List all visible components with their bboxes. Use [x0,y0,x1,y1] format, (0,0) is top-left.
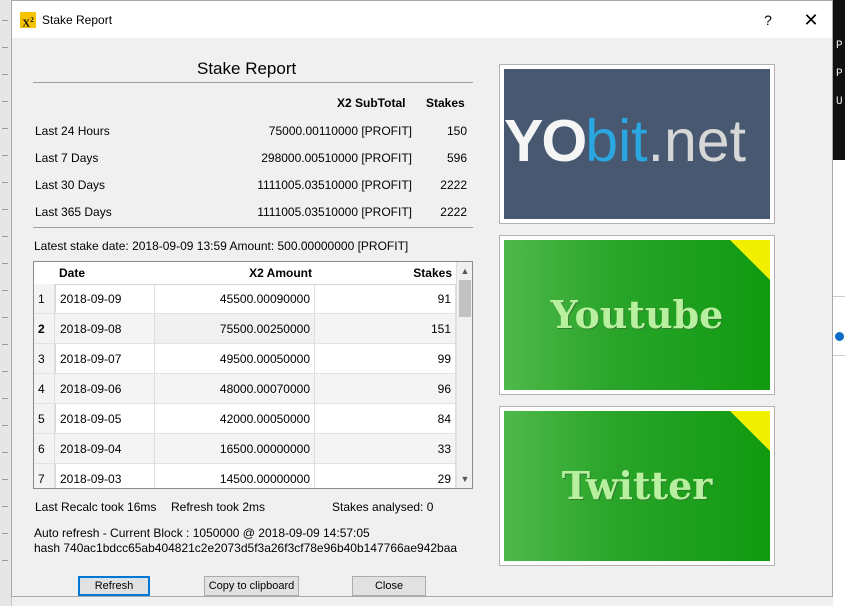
row-number: 4 [34,374,55,404]
yobit-banner[interactable]: YObit.net [499,64,775,224]
window-title: Stake Report [42,13,113,27]
table-row[interactable]: 7 2018-09-03 14500.00000000 29 [34,464,456,488]
corner-triangle-icon [730,411,770,451]
refresh-button[interactable]: Refresh [78,576,150,596]
column-header-amount[interactable]: X2 Amount [249,266,312,280]
close-window-button[interactable]: ✕ [796,7,826,33]
row-amount: 14500.00000000 [155,464,315,488]
row-stakes: 91 [315,284,456,314]
table-row[interactable]: 4 2018-09-06 48000.00070000 96 [34,374,456,404]
row-amount: 49500.00050000 [155,344,315,374]
stakes-header: Stakes [426,96,465,110]
corner-triangle-icon [730,240,770,280]
summary-value: 1111005.03510000 [PROFIT] [257,205,412,219]
yobit-logo-bit: bit [585,108,648,174]
youtube-banner[interactable]: Youtube [499,235,775,395]
twitter-banner[interactable]: Twitter [499,406,775,566]
row-number: 6 [34,434,55,464]
summary-label: Last 7 Days [35,151,99,165]
table-row[interactable]: 6 2018-09-04 16500.00000000 33 [34,434,456,464]
summary-stakes: 596 [446,151,467,165]
daily-stakes-table[interactable]: Date X2 Amount Stakes 1 2018-09-09 45500… [33,261,473,489]
stakes-analysed: Stakes analysed: 0 [332,500,434,514]
row-amount: 48000.00070000 [155,374,315,404]
summary-stakes: 2222 [440,178,467,192]
refresh-time: Refresh took 2ms [171,500,266,514]
yobit-logo-yo: YO [504,108,587,174]
stake-report-dialog: X2 Stake Report ? ✕ Stake Report X2 SubT… [11,0,833,597]
row-date: 2018-09-07 [55,344,155,374]
row-stakes: 99 [315,344,456,374]
summary-divider [33,227,473,228]
block-hash: hash 740ac1bdcc65ab404821c2e2073d5f3a26f… [34,541,458,555]
row-stakes: 96 [315,374,456,404]
table-row[interactable]: 5 2018-09-05 42000.00050000 84 [34,404,456,434]
row-date: 2018-09-08 [55,314,155,344]
summary-value: 1111005.03510000 [PROFIT] [257,178,412,192]
column-header-stakes[interactable]: Stakes [413,266,452,280]
table-row[interactable]: 1 2018-09-09 45500.00090000 91 [34,284,456,314]
row-date: 2018-09-03 [55,464,155,488]
summary-stakes: 2222 [440,205,467,219]
row-amount: 45500.00090000 [155,284,315,314]
yobit-logo-net: .net [647,108,746,174]
yobit-logo: YObit.net [504,69,770,219]
row-number: 3 [34,344,55,374]
auto-refresh-info: Auto refresh - Current Block : 1050000 @… [34,526,370,540]
latest-stake-info: Latest stake date: 2018-09-09 13:59 Amou… [34,239,409,253]
scrollbar-thumb[interactable] [459,280,471,317]
recalc-time: Last Recalc took 16ms [35,500,157,514]
row-number: 2 [34,314,55,344]
table-scrollbar[interactable]: ▲ ▼ [456,262,472,488]
row-stakes: 84 [315,404,456,434]
row-number: 1 [34,284,55,314]
table-header: Date X2 Amount Stakes [34,262,456,285]
youtube-label: Youtube [550,292,724,337]
column-header-date[interactable]: Date [59,266,85,280]
report-heading: Stake Report [197,59,297,78]
summary-label: Last 24 Hours [35,124,110,138]
heading-divider [33,82,473,83]
row-stakes: 29 [315,464,456,488]
row-date: 2018-09-06 [55,374,155,404]
twitter-label: Twitter [561,463,713,508]
copy-to-clipboard-button[interactable]: Copy to clipboard [204,576,299,596]
row-date: 2018-09-05 [55,404,155,434]
subtotal-header: X2 SubTotal [337,96,406,110]
row-number: 7 [34,464,55,488]
scroll-down-arrow-icon[interactable]: ▼ [457,471,472,487]
table-row[interactable]: 3 2018-09-07 49500.00050000 99 [34,344,456,374]
row-date: 2018-09-09 [55,284,155,314]
row-amount: 16500.00000000 [155,434,315,464]
summary-label: Last 30 Days [35,178,106,192]
summary-label: Last 365 Days [35,205,112,219]
scroll-up-arrow-icon[interactable]: ▲ [457,263,472,279]
summary-value: 75000.00110000 [PROFIT] [268,124,412,138]
row-amount: 75500.00250000 [155,314,315,344]
title-bar: X2 Stake Report ? ✕ [12,1,832,38]
help-button[interactable]: ? [756,9,780,31]
info-icon [835,332,844,341]
background-window-right-edge: P U P [833,0,845,606]
close-button[interactable]: Close [352,576,426,596]
row-date: 2018-09-04 [55,434,155,464]
row-stakes: 33 [315,434,456,464]
table-row[interactable]: 2 2018-09-08 75500.00250000 151 [34,314,456,344]
summary-stakes: 150 [446,124,467,138]
row-stakes: 151 [315,314,456,344]
row-amount: 42000.00050000 [155,404,315,434]
row-number: 5 [34,404,55,434]
summary-value: 298000.00510000 [PROFIT] [261,151,412,165]
app-icon: X2 [20,12,36,30]
